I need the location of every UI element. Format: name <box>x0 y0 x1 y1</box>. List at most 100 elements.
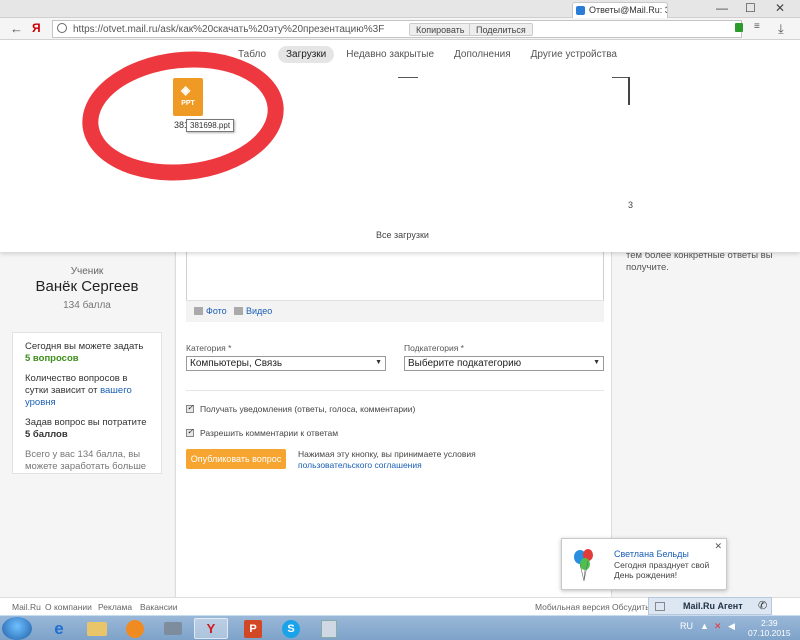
yandex-browser-icon[interactable]: Y <box>194 618 228 639</box>
notification-name[interactable]: Светлана Бельды <box>614 549 689 559</box>
tab-downloads[interactable]: Загрузки <box>278 46 335 63</box>
address-bar: ← Я https://otvet.mail.ru/ask/как%20скач… <box>0 18 800 40</box>
today-line: Сегодня вы можете задать <box>25 341 144 352</box>
checkbox-checked-icon[interactable] <box>186 403 194 413</box>
question-limit-box: Сегодня вы можете задать 5 вопросов Коли… <box>12 332 162 474</box>
footer-link-mobile[interactable]: Мобильная версия <box>535 602 610 612</box>
tab-addons[interactable]: Дополнения <box>446 46 519 63</box>
url-text[interactable]: https://otvet.mail.ru/ask/как%20скачать%… <box>73 24 393 35</box>
camera-shape <box>164 622 182 635</box>
browser-tab[interactable]: Ответы@Mail.Ru: З <box>572 2 668 18</box>
calc-icon[interactable] <box>312 618 346 639</box>
skype-icon[interactable]: S <box>274 618 308 639</box>
powerpoint-shape: P <box>244 619 262 638</box>
envelope-icon <box>655 602 665 611</box>
footer-link-jobs[interactable]: Вакансии <box>140 602 177 612</box>
attach-video-label: Видео <box>246 306 273 316</box>
category-select[interactable]: Компьютеры, Связь <box>186 356 386 371</box>
network-icon[interactable]: ✕ <box>714 621 722 632</box>
user-rank: Ученик <box>70 266 104 277</box>
all-downloads-link[interactable]: Все загрузки <box>376 230 429 240</box>
folder-shape <box>87 621 107 636</box>
cost-line: Задав вопрос вы потратите <box>25 417 147 428</box>
camera-icon[interactable] <box>156 618 190 639</box>
subcategory-label: Подкатегория * <box>404 343 464 353</box>
publish-question-button[interactable]: Опубликовать вопрос <box>186 449 286 469</box>
download-icon[interactable]: ⤓ <box>778 21 784 37</box>
terms-link[interactable]: пользовательского соглашения <box>298 460 422 470</box>
attach-video-button[interactable]: Видео <box>234 306 272 316</box>
footer-link-ads[interactable]: Реклама <box>98 602 132 612</box>
search-icon <box>57 23 67 33</box>
footer-link-discuss[interactable]: Обсудить <box>612 602 650 612</box>
downloads-count: 3 <box>628 200 634 210</box>
volume-icon[interactable]: ◀ <box>728 621 735 632</box>
tray-arrow-icon[interactable]: ▲ <box>700 621 709 631</box>
checkbox-checked-icon[interactable] <box>186 427 194 437</box>
notifications-checkbox-row[interactable]: Получать уведомления (ответы, голоса, ко… <box>186 403 416 414</box>
copy-url-button[interactable]: Копировать <box>409 23 472 36</box>
agent-label: Mail.Ru Агент <box>683 601 743 611</box>
downloads-tabs: Табло Загрузки Недавно закрытые Дополнен… <box>230 46 625 63</box>
close-window-icon[interactable]: ✕ <box>775 1 785 15</box>
attach-photo-button[interactable]: Фото <box>194 306 227 316</box>
attachments-bar: Фото Видео <box>186 300 604 322</box>
powerpoint-icon[interactable]: P <box>236 618 270 639</box>
maximize-icon[interactable]: ☐ <box>745 1 756 15</box>
yandex-logo-icon[interactable]: Я <box>32 21 41 35</box>
cost-value: 5 баллов <box>25 429 68 440</box>
notification-message: Сегодня празднует свой День рождения! <box>614 560 709 580</box>
user-points: 134 балла <box>63 300 111 311</box>
mailru-favicon-icon <box>576 6 585 15</box>
system-clock[interactable]: 2:39 07.10.2015 <box>748 618 791 638</box>
tab-recently-closed[interactable]: Недавно закрытые <box>338 46 442 63</box>
clock-time: 2:39 <box>761 618 778 628</box>
folder-icon[interactable] <box>80 618 114 639</box>
earn-line: Всего у вас 134 балла, вы можете заработ… <box>25 449 147 472</box>
media-player-shape <box>126 619 144 638</box>
mailru-agent-bar[interactable]: Mail.Ru Агент <box>648 597 772 615</box>
today-count: 5 вопросов <box>25 353 79 364</box>
video-icon <box>234 307 243 315</box>
comments-checkbox-label: Разрешить комментарии к ответам <box>200 428 339 438</box>
notifications-checkbox-label: Получать уведомления (ответы, голоса, ко… <box>200 404 416 414</box>
share-url-button[interactable]: Поделиться <box>469 23 533 36</box>
menu-icon[interactable]: ≡ <box>754 21 760 32</box>
category-value: Компьютеры, Связь <box>190 358 283 369</box>
footer-link-about[interactable]: О компании <box>45 602 92 612</box>
browser-tab-strip: Ответы@Mail.Ru: З — ☐ ✕ <box>0 0 800 18</box>
notification-line1: Сегодня празднует свой <box>614 560 710 570</box>
divider <box>186 390 604 391</box>
divider <box>398 77 418 78</box>
lock-icon <box>735 23 743 32</box>
attach-photo-label: Фото <box>206 306 227 316</box>
skype-shape: S <box>282 619 300 638</box>
calc-shape <box>321 619 337 638</box>
back-arrow-icon[interactable]: ← <box>10 21 23 36</box>
ie-icon[interactable]: e <box>42 618 76 639</box>
photo-icon <box>194 307 203 315</box>
browser-tab-title: Ответы@Mail.Ru: З <box>589 5 668 15</box>
url-box[interactable]: https://otvet.mail.ru/ask/как%20скачать%… <box>52 20 742 38</box>
windows-taskbar: e Y P S RU ▲ ✕ ◀ 2:39 07.10.2015 <box>0 615 800 640</box>
footer-link-mailru[interactable]: Mail.Ru <box>12 602 41 612</box>
minimize-icon[interactable]: — <box>716 1 728 15</box>
subcategory-select[interactable]: Выберите подкатегорию <box>404 356 604 371</box>
user-name[interactable]: Ванёк Сергеев <box>0 278 174 295</box>
profile-sidebar: Ученик Ванёк Сергеев 134 балла Сегодня в… <box>0 252 174 597</box>
media-player-icon[interactable] <box>118 618 152 639</box>
subcategory-value: Выберите подкатегорию <box>408 358 522 369</box>
divider <box>628 77 630 105</box>
close-icon[interactable]: ✕ <box>714 541 722 552</box>
clock-date: 07.10.2015 <box>748 628 791 638</box>
start-button[interactable] <box>2 617 32 640</box>
language-indicator[interactable]: RU <box>680 621 693 631</box>
comments-checkbox-row[interactable]: Разрешить комментарии к ответам <box>186 427 339 438</box>
tab-other-devices[interactable]: Другие устройства <box>523 46 625 63</box>
question-form: Фото Видео Категория * Компьютеры, Связь… <box>175 248 612 597</box>
birthday-notification: ✕ Светлана Бельды Сегодня празднует свой… <box>561 538 727 590</box>
balloons-icon <box>574 549 593 582</box>
category-label: Категория * <box>186 343 232 353</box>
notification-line2: День рождения! <box>614 570 678 580</box>
phone-icon[interactable]: ✆ <box>758 599 767 612</box>
